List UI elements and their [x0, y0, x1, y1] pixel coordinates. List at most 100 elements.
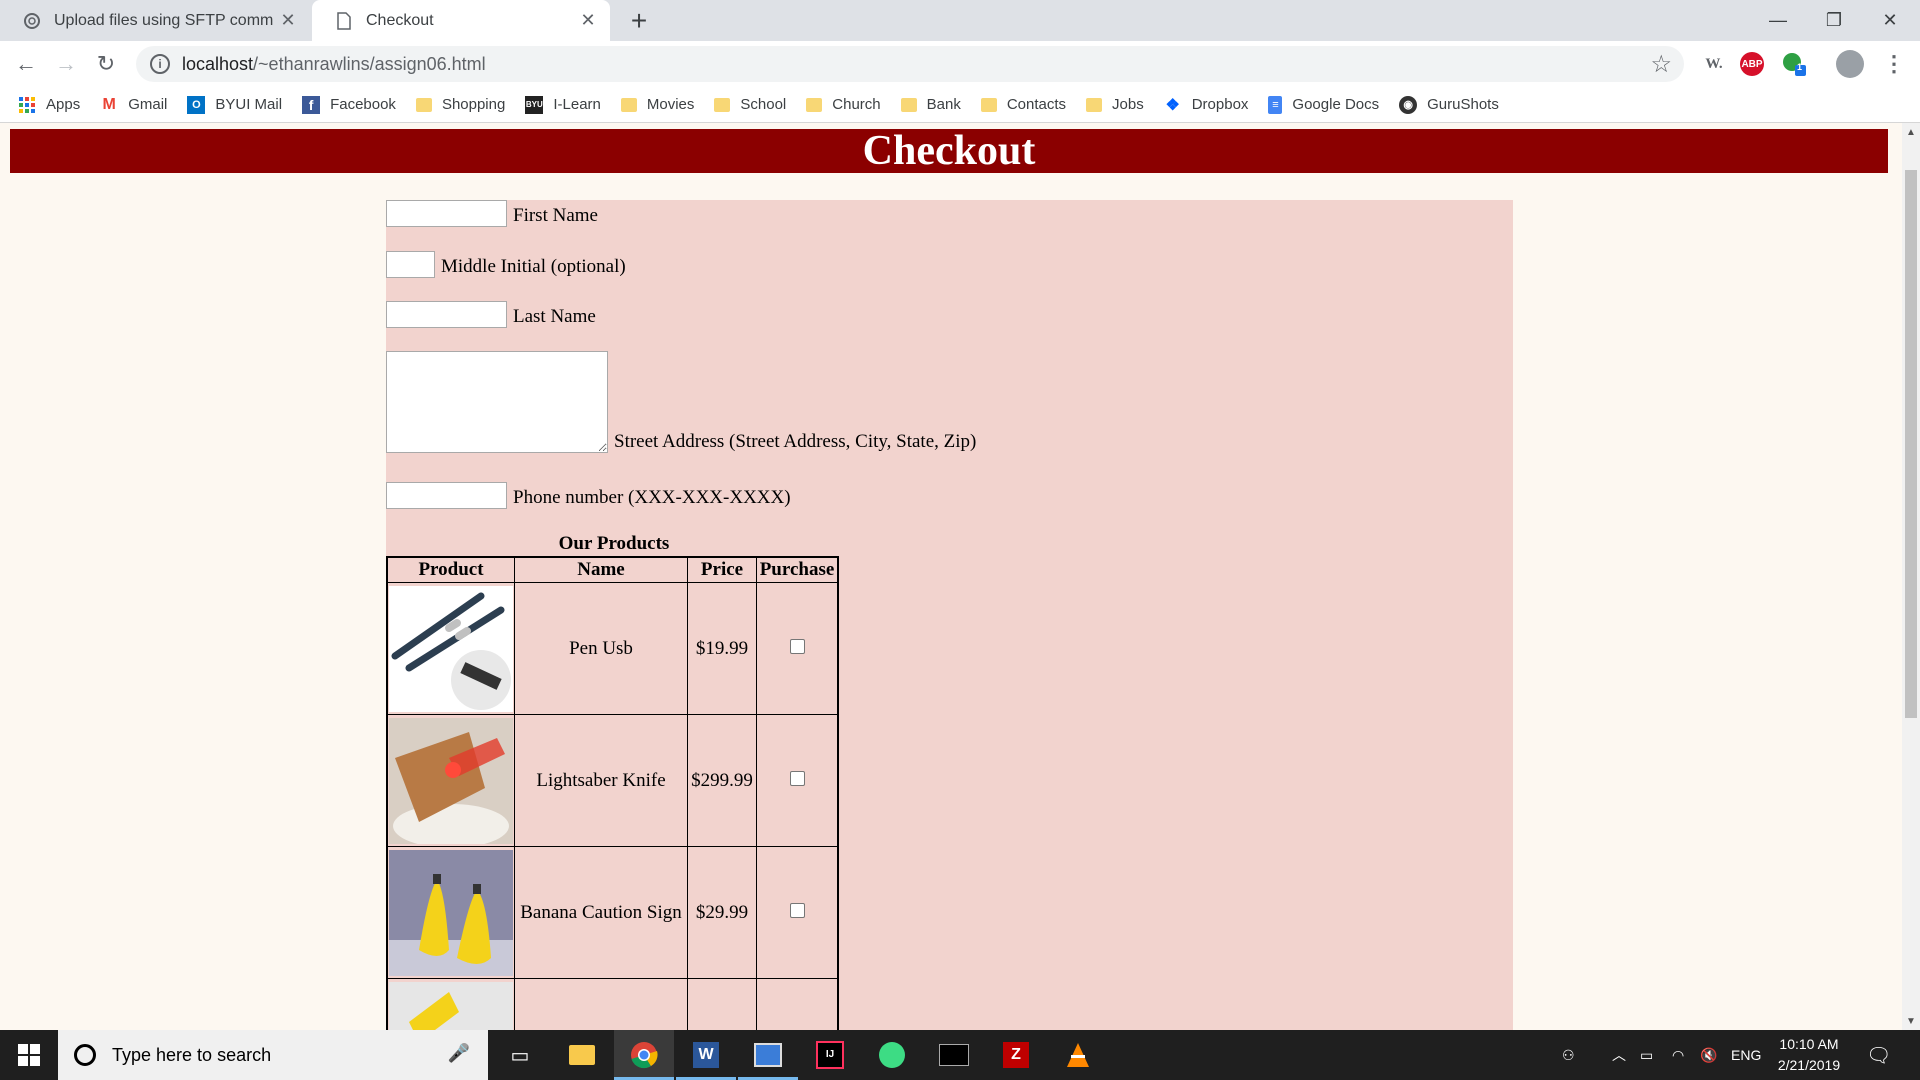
bookmark-gmail[interactable]: M Gmail: [100, 95, 168, 114]
new-tab-button[interactable]: +: [622, 4, 656, 38]
bookmark-google-docs[interactable]: ≡ Google Docs: [1268, 95, 1379, 114]
table-row: [386, 978, 839, 1030]
minimize-button[interactable]: —: [1750, 0, 1806, 41]
tab-checkout[interactable]: Checkout ✕: [312, 0, 610, 41]
first-name-row: First Name: [386, 200, 598, 227]
product-price: $19.99: [687, 582, 757, 715]
restore-button[interactable]: ❐: [1806, 0, 1862, 41]
purchase-checkbox[interactable]: [789, 770, 805, 786]
reload-icon[interactable]: ↻: [90, 48, 122, 80]
bookmark-bank[interactable]: Bank: [900, 96, 961, 113]
phone-input[interactable]: [386, 482, 507, 509]
android-studio-icon[interactable]: [862, 1030, 922, 1080]
bookmark-label: Church: [832, 96, 881, 113]
address-bar[interactable]: i localhost/~ethanrawlins/assign06.html …: [136, 46, 1684, 82]
bookmark-byui-mail[interactable]: O BYUI Mail: [187, 95, 283, 114]
network-app-icon[interactable]: [738, 1030, 798, 1080]
w-extension-icon[interactable]: W.: [1700, 50, 1728, 78]
scroll-up-arrow-icon[interactable]: ▲: [1902, 123, 1920, 141]
globe-icon: [22, 11, 42, 31]
system-clock[interactable]: 10:10 AM 2/21/2019: [1761, 1034, 1857, 1076]
folder-icon: [1086, 97, 1103, 112]
action-center-icon[interactable]: 🗨: [1866, 1030, 1891, 1080]
word-icon[interactable]: W: [676, 1030, 736, 1080]
chrome-icon[interactable]: [614, 1030, 674, 1080]
bookmark-facebook[interactable]: f Facebook: [302, 95, 396, 114]
bookmark-dropbox[interactable]: ❖ Dropbox: [1164, 96, 1249, 114]
profile-avatar[interactable]: [1836, 50, 1864, 78]
battery-icon[interactable]: ▭: [1640, 1030, 1653, 1080]
street-address-label: Street Address (Street Address, City, St…: [614, 431, 977, 452]
gmail-icon: M: [102, 95, 116, 113]
products-table: Product Name Price Purchase Pen Usb $19.…: [386, 556, 839, 1030]
product-image-cell: [386, 582, 515, 715]
bookmark-gurushots[interactable]: ◉ GuruShots: [1399, 95, 1499, 114]
tab-sftp[interactable]: Upload files using SFTP comman ✕: [0, 0, 310, 41]
bookmark-label: Apps: [46, 96, 81, 113]
back-arrow-icon[interactable]: ←: [10, 48, 42, 80]
page-icon: [334, 11, 354, 31]
bookmark-school[interactable]: School: [714, 96, 786, 113]
product-price: [687, 978, 757, 1030]
bookmark-i-learn[interactable]: BYU I-Learn: [525, 95, 601, 114]
product-image-cell: [386, 978, 515, 1030]
close-window-button[interactable]: ✕: [1862, 0, 1918, 41]
vlc-icon[interactable]: [1048, 1030, 1108, 1080]
facebook-icon: f: [302, 95, 321, 114]
forward-arrow-icon[interactable]: →: [50, 48, 82, 80]
first-name-input[interactable]: [386, 200, 507, 227]
middle-initial-input[interactable]: [386, 251, 435, 278]
scroll-down-arrow-icon[interactable]: ▼: [1902, 1012, 1920, 1030]
file-explorer-icon[interactable]: [552, 1030, 612, 1080]
folder-icon: [900, 97, 917, 112]
bookmark-shopping[interactable]: Shopping: [415, 96, 505, 113]
bookmark-star-icon[interactable]: ☆: [1650, 50, 1672, 79]
table-row: Lightsaber Knife $299.99: [386, 714, 839, 847]
microphone-icon[interactable]: 🎤: [448, 1043, 470, 1064]
last-name-row: Last Name: [386, 301, 596, 328]
street-address-textarea[interactable]: [386, 351, 608, 453]
info-icon[interactable]: i: [150, 54, 170, 74]
tab-title: Upload files using SFTP comman: [54, 11, 274, 29]
bookmark-church[interactable]: Church: [806, 96, 881, 113]
people-icon[interactable]: ⚇: [1562, 1030, 1575, 1080]
middle-initial-label: Middle Initial (optional): [441, 256, 626, 277]
purchase-checkbox[interactable]: [789, 902, 805, 918]
bookmark-movies[interactable]: Movies: [620, 96, 694, 113]
url-text[interactable]: localhost/~ethanrawlins/assign06.html: [182, 54, 486, 75]
windows-start-icon[interactable]: [0, 1030, 58, 1080]
filezilla-icon[interactable]: Z: [986, 1030, 1046, 1080]
tab-title: Checkout: [366, 11, 434, 29]
page-title: Checkout: [10, 129, 1888, 173]
volume-muted-icon[interactable]: 🔇: [1700, 1030, 1717, 1080]
column-header: Product: [386, 556, 515, 583]
terminal-icon[interactable]: [924, 1030, 984, 1080]
show-hidden-icons-chevron-icon[interactable]: ︿: [1612, 1030, 1626, 1080]
bookmark-label: BYUI Mail: [215, 96, 283, 113]
last-name-input[interactable]: [386, 301, 507, 328]
bookmark-label: Bank: [926, 96, 961, 113]
bookmark-jobs[interactable]: Jobs: [1086, 96, 1144, 113]
task-view-icon[interactable]: ▭: [490, 1030, 550, 1080]
language-indicator[interactable]: ENG: [1731, 1030, 1761, 1080]
phone-label: Phone number (XXX-XXX-XXXX): [513, 487, 791, 508]
purchase-checkbox[interactable]: [789, 638, 805, 654]
clock-time: 10:10 AM: [1779, 1036, 1839, 1052]
adblock-icon[interactable]: ABP: [1740, 52, 1764, 76]
intellij-icon[interactable]: IJ: [800, 1030, 860, 1080]
wifi-icon[interactable]: ◠: [1672, 1030, 1684, 1080]
taskbar-search-box[interactable]: Type here to search 🎤: [58, 1030, 488, 1080]
page-scrollbar[interactable]: ▲ ▼: [1902, 123, 1920, 1030]
chat-extension-icon[interactable]: 1: [1780, 50, 1808, 78]
scrollbar-thumb[interactable]: [1905, 170, 1917, 718]
search-placeholder: Type here to search: [112, 1044, 272, 1065]
extension-badge: 1: [1797, 62, 1803, 72]
dropbox-icon: ❖: [1165, 96, 1180, 114]
close-tab-icon[interactable]: ✕: [574, 7, 602, 35]
bookmark-apps[interactable]: Apps: [18, 96, 80, 114]
byui-icon: BYU: [525, 95, 544, 114]
menu-kebab-icon[interactable]: ⋮: [1880, 50, 1908, 78]
close-tab-icon[interactable]: ✕: [274, 7, 302, 35]
bookmark-contacts[interactable]: Contacts: [980, 96, 1066, 113]
bookmark-label: School: [740, 96, 787, 113]
